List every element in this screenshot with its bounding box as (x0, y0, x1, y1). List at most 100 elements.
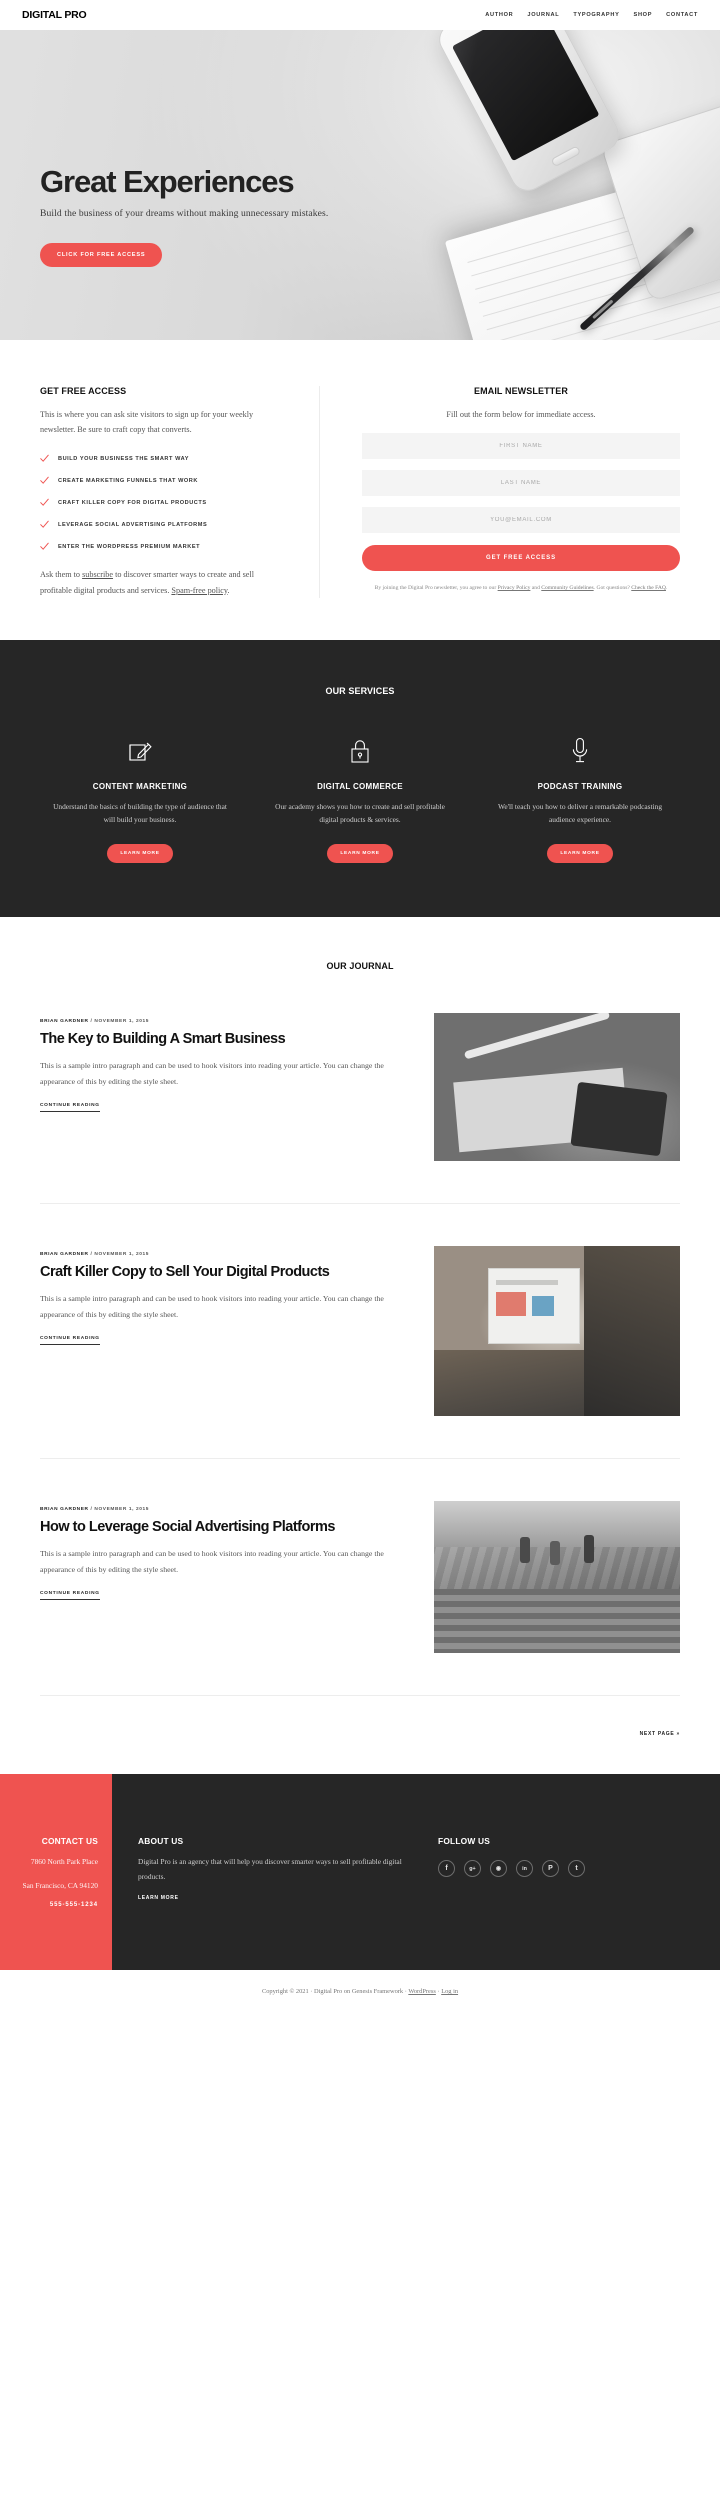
pinterest-icon[interactable]: P (542, 1860, 559, 1878)
services-title: OUR SERVICES (325, 685, 395, 696)
continue-reading-link[interactable]: CONTINUE READING (40, 1591, 100, 1600)
list-item: ENTER THE WORDPRESS PREMIUM MARKET (40, 542, 281, 551)
pagination: NEXT PAGE » (40, 1696, 680, 1774)
optin-left-column: GET FREE ACCESS This is where you can as… (0, 386, 320, 598)
learn-more-button[interactable]: LEARN MORE (547, 844, 613, 864)
nav-item-contact[interactable]: CONTACT (666, 12, 698, 18)
login-link[interactable]: Log in (441, 1988, 458, 1995)
post-excerpt: This is a sample intro paragraph and can… (40, 1294, 384, 1319)
legal-pre: By joining the Digital Pro newsletter, y… (374, 585, 498, 592)
nav-item-journal[interactable]: JOURNAL (527, 12, 559, 18)
nav-item-shop[interactable]: SHOP (634, 12, 653, 18)
follow-us-title: FOLLOW US (438, 1836, 491, 1847)
copyright-bar: Copyright © 2021 · Digital Pro on Genesi… (0, 1969, 720, 2013)
post-title[interactable]: The Key to Building A Smart Business (40, 1031, 412, 1048)
nav-item-typography[interactable]: TYPOGRAPHY (573, 12, 619, 18)
next-page-link[interactable]: NEXT PAGE » (640, 1731, 680, 1737)
twitter-icon[interactable]: t (568, 1860, 585, 1878)
footer-contact-widget: CONTACT US 7860 North Park Place San Fra… (0, 1774, 112, 1970)
lock-icon (272, 734, 448, 768)
pencil-square-icon (52, 734, 228, 768)
about-learn-more-link[interactable]: LEARN MORE (138, 1895, 179, 1901)
post-date: NOVEMBER 1, 2015 (94, 1019, 150, 1025)
hero-subtitle: Build the business of your dreams withou… (40, 208, 329, 219)
services-section: OUR SERVICES CONTENT MARKETING Understan… (0, 639, 720, 918)
footer-about-widget: ABOUT US Digital Pro is an agency that w… (138, 1836, 438, 1908)
service-description: Understand the basics of building the ty… (53, 801, 227, 825)
service-card-content-marketing: CONTENT MARKETING Understand the basics … (30, 734, 250, 864)
microphone-icon (492, 734, 668, 768)
check-icon (40, 499, 49, 507)
contact-address-line2: San Francisco, CA 94120 (22, 1880, 98, 1890)
benefit-label: ENTER THE WORDPRESS PREMIUM MARKET (58, 543, 201, 550)
wordpress-link[interactable]: WordPress (408, 1988, 436, 1995)
google-plus-icon[interactable]: g+ (464, 1860, 481, 1878)
post-author[interactable]: BRIAN GARDNER (40, 1507, 89, 1512)
post-thumbnail[interactable] (434, 1013, 680, 1162)
learn-more-button[interactable]: LEARN MORE (107, 844, 173, 864)
benefit-label: CRAFT KILLER COPY FOR DIGITAL PRODUCTS (58, 499, 207, 506)
journal-post: BRIAN GARDNER / NOVEMBER 1, 2015 Craft K… (40, 1204, 680, 1460)
journal-post: BRIAN GARDNER / NOVEMBER 1, 2015 The Key… (40, 971, 680, 1205)
check-icon (40, 521, 49, 529)
legal-end: . (665, 585, 668, 592)
facebook-icon[interactable]: f (438, 1860, 455, 1878)
continue-reading-link[interactable]: CONTINUE READING (40, 1103, 100, 1112)
benefit-label: LEVERAGE SOCIAL ADVERTISING PLATFORMS (58, 521, 208, 528)
first-name-input[interactable] (362, 433, 680, 460)
footer-follow-widget: FOLLOW US f g+ ◉ in P t (438, 1836, 690, 1908)
journal-section: OUR JOURNAL BRIAN GARDNER / NOVEMBER 1, … (0, 917, 720, 1774)
post-meta: BRIAN GARDNER / NOVEMBER 1, 2015 (40, 1507, 412, 1512)
journal-post: BRIAN GARDNER / NOVEMBER 1, 2015 How to … (40, 1459, 680, 1697)
contact-phone[interactable]: 555-555-1234 (0, 1902, 98, 1908)
faq-link[interactable]: Check the FAQ (631, 585, 666, 591)
legal-mid2: . Got questions? (593, 585, 632, 592)
post-excerpt: This is a sample intro paragraph and can… (40, 1061, 384, 1086)
hero-cta-button[interactable]: CLICK FOR FREE ACCESS (40, 243, 163, 267)
list-item: CRAFT KILLER COPY FOR DIGITAL PRODUCTS (40, 498, 281, 507)
get-free-access-title: GET FREE ACCESS (40, 386, 127, 396)
spam-free-policy-link[interactable]: Spam-free policy (171, 586, 227, 595)
service-card-digital-commerce: DIGITAL COMMERCE Our academy shows you h… (250, 734, 470, 864)
journal-title: OUR JOURNAL (326, 961, 394, 972)
nav-item-author[interactable]: AUTHOR (485, 12, 513, 18)
footer-text-end: . (227, 585, 230, 595)
last-name-input[interactable] (362, 470, 680, 497)
benefits-list: BUILD YOUR BUSINESS THE SMART WAY CREATE… (40, 454, 281, 551)
post-author[interactable]: BRIAN GARDNER (40, 1019, 89, 1024)
hero-section: Great Experiences Build the business of … (0, 30, 720, 340)
post-meta: BRIAN GARDNER / NOVEMBER 1, 2015 (40, 1252, 412, 1257)
legal-mid: and (530, 585, 542, 592)
newsletter-legal-text: By joining the Digital Pro newsletter, y… (362, 583, 680, 594)
privacy-policy-link[interactable]: Privacy Policy (498, 585, 531, 591)
list-item: LEVERAGE SOCIAL ADVERTISING PLATFORMS (40, 520, 281, 529)
optin-footer-text: Ask them to subscribe to discover smarte… (40, 567, 281, 597)
post-thumbnail[interactable] (434, 1501, 680, 1654)
community-guidelines-link[interactable]: Community Guidelines (541, 585, 593, 591)
subscribe-link[interactable]: subscribe (82, 570, 113, 579)
site-footer: CONTACT US 7860 North Park Place San Fra… (0, 1774, 720, 1970)
copyright-text: Copyright © 2021 · Digital Pro on Genesi… (261, 1987, 409, 1995)
site-logo[interactable]: DIGITAL PRO (22, 9, 87, 21)
primary-nav: AUTHOR JOURNAL TYPOGRAPHY SHOP CONTACT (485, 12, 698, 18)
post-meta: BRIAN GARDNER / NOVEMBER 1, 2015 (40, 1019, 412, 1024)
optin-section: GET FREE ACCESS This is where you can as… (0, 340, 720, 640)
instagram-icon[interactable]: ◉ (490, 1860, 507, 1878)
continue-reading-link[interactable]: CONTINUE READING (40, 1336, 100, 1345)
about-us-title: ABOUT US (138, 1836, 184, 1847)
service-card-podcast-training: PODCAST TRAINING We'll teach you how to … (470, 734, 690, 864)
post-author[interactable]: BRIAN GARDNER (40, 1252, 89, 1257)
service-name: DIGITAL COMMERCE (317, 781, 403, 791)
linkedin-icon[interactable]: in (516, 1860, 533, 1878)
email-input[interactable] (362, 507, 680, 534)
check-icon (40, 477, 49, 485)
service-name: CONTENT MARKETING (92, 781, 188, 791)
post-title[interactable]: Craft Killer Copy to Sell Your Digital P… (40, 1264, 412, 1281)
learn-more-button[interactable]: LEARN MORE (327, 844, 393, 864)
benefit-label: CREATE MARKETING FUNNELS THAT WORK (58, 477, 198, 484)
service-description: We'll teach you how to deliver a remarka… (497, 801, 663, 825)
post-thumbnail[interactable] (434, 1246, 680, 1417)
hero-title: Great Experiences (40, 164, 295, 199)
newsletter-submit-button[interactable]: GET FREE ACCESS (362, 545, 680, 572)
post-title[interactable]: How to Leverage Social Advertising Platf… (40, 1519, 412, 1536)
